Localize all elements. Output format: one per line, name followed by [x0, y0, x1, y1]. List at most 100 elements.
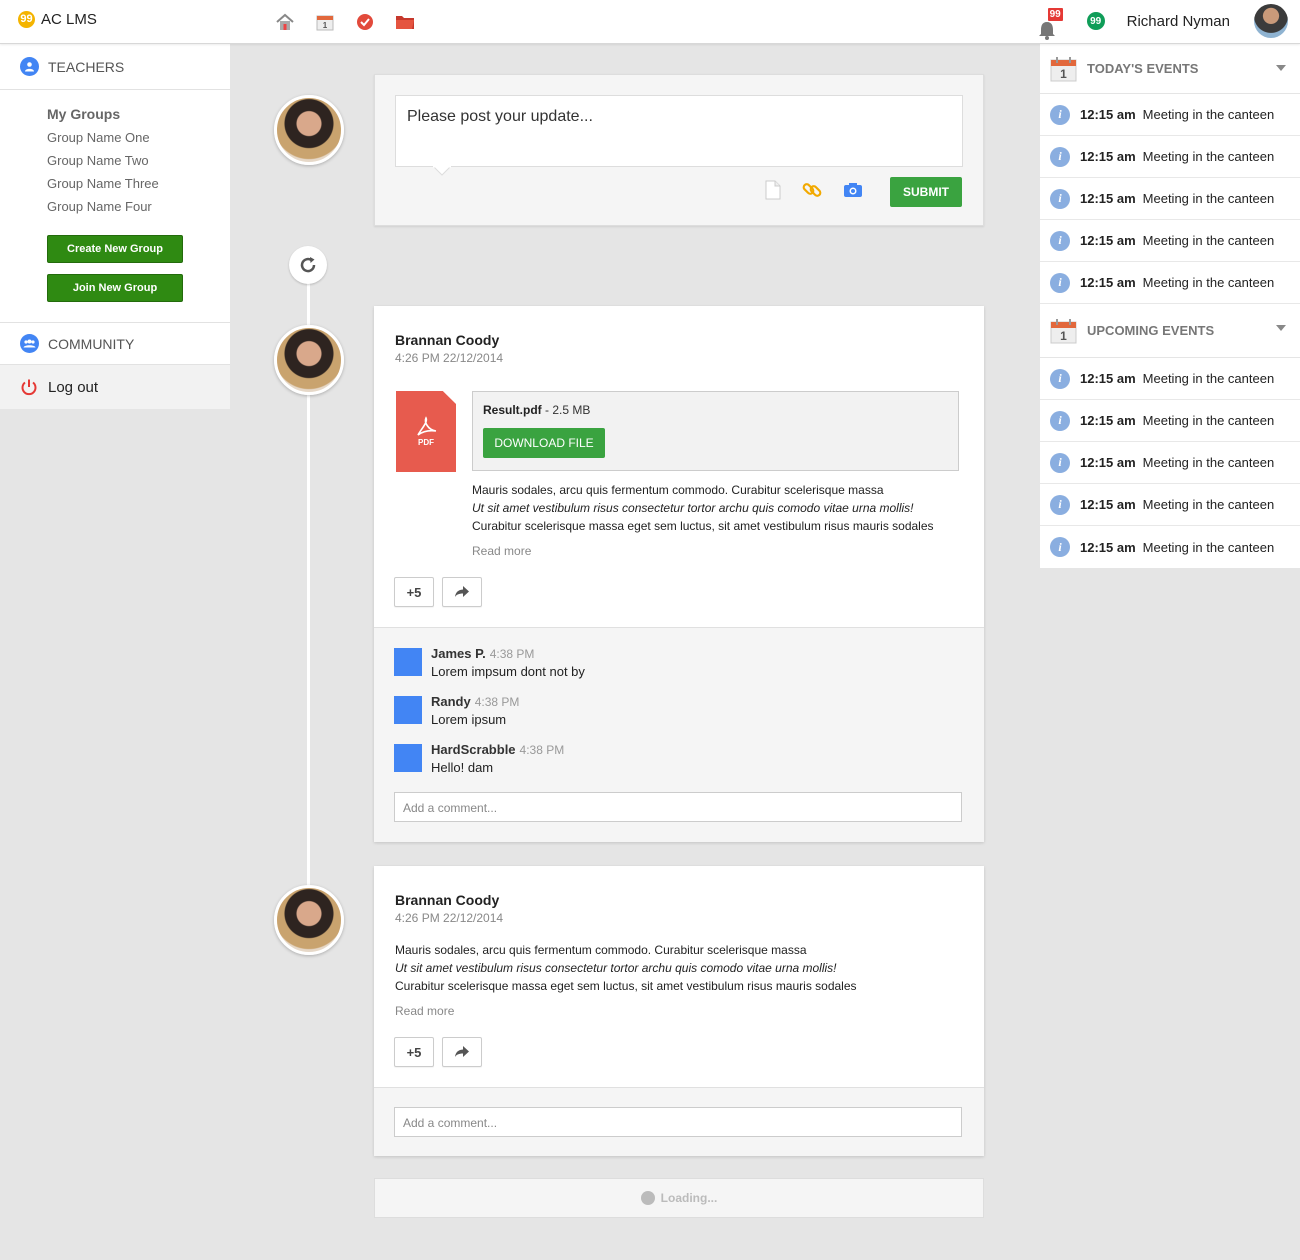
create-group-button[interactable]: Create New Group	[47, 235, 183, 263]
svg-text:1: 1	[1060, 67, 1067, 81]
notification-badge: 99	[1047, 8, 1063, 21]
upcoming-events-header[interactable]: 1 UPCOMING EVENTS	[1040, 304, 1300, 358]
sidebar-community[interactable]: COMMUNITY	[0, 323, 230, 365]
download-file-button[interactable]: DOWNLOAD FILE	[483, 428, 605, 458]
info-icon: i	[1050, 452, 1070, 473]
event-row[interactable]: i 12:15 am Meeting in the canteen	[1040, 484, 1300, 526]
event-time: 12:15 am	[1080, 413, 1136, 428]
svg-text:1: 1	[1060, 329, 1067, 343]
calendar-icon: 1	[1050, 56, 1077, 82]
todays-events-header[interactable]: 1 TODAY'S EVENTS	[1040, 44, 1300, 94]
info-icon: i	[1050, 410, 1070, 431]
event-row[interactable]: i 12:15 am Meeting in the canteen	[1040, 262, 1300, 304]
composer-tools	[765, 179, 863, 201]
plus-one-button[interactable]: +5	[394, 1037, 434, 1067]
share-button[interactable]	[442, 1037, 482, 1067]
my-groups-title: My Groups	[47, 106, 121, 122]
event-row[interactable]: i 12:15 am Meeting in the canteen	[1040, 94, 1300, 136]
top-bar: 99 AC LMS 1 99 99 Richard Nyman	[0, 0, 1300, 44]
file-size: - 2.5 MB	[541, 403, 591, 417]
sidebar-teachers[interactable]: TEACHERS	[0, 44, 230, 90]
app-title: AC LMS	[41, 11, 97, 28]
camera-icon[interactable]	[843, 182, 863, 198]
folder-icon[interactable]	[394, 11, 416, 33]
info-icon: i	[1050, 494, 1070, 515]
event-title: Meeting in the canteen	[1142, 191, 1275, 206]
event-title: Meeting in the canteen	[1142, 455, 1275, 470]
join-group-button[interactable]: Join New Group	[47, 274, 183, 302]
event-title: Meeting in the canteen	[1142, 233, 1275, 248]
post-author[interactable]: Brannan Coody	[395, 332, 499, 348]
app-brand[interactable]: 99 AC LMS	[18, 11, 97, 28]
attach-file-icon[interactable]	[765, 180, 781, 200]
event-row[interactable]: i 12:15 am Meeting in the canteen	[1040, 400, 1300, 442]
post-avatar[interactable]	[274, 325, 344, 395]
info-icon: i	[1050, 188, 1070, 209]
post-card: Brannan Coody 4:26 PM 22/12/2014 Mauris …	[374, 866, 984, 1156]
event-time: 12:15 am	[1080, 539, 1136, 555]
group-item[interactable]: Group Name Four	[47, 198, 230, 221]
post-text-line: Mauris sodales, arcu quis fermentum comm…	[472, 483, 884, 497]
chevron-down-icon[interactable]	[1276, 325, 1286, 331]
event-time: 12:15 am	[1080, 371, 1136, 386]
event-row[interactable]: i 12:15 am Meeting in the canteen	[1040, 178, 1300, 220]
post-time: 4:26 PM 22/12/2014	[395, 351, 504, 365]
textarea-pointer-icon	[433, 166, 451, 176]
post-author[interactable]: Brannan Coody	[395, 892, 499, 908]
commenter-name[interactable]: HardScrabble 4:38 PM	[431, 742, 564, 757]
loading-label: Loading...	[660, 1191, 718, 1205]
user-avatar[interactable]	[1254, 4, 1288, 38]
teachers-label: TEACHERS	[48, 58, 125, 75]
chevron-down-icon[interactable]	[1276, 65, 1286, 71]
event-row[interactable]: i 12:15 am Meeting in the canteen	[1040, 358, 1300, 400]
event-row[interactable]: i 12:15 am Meeting in the canteen	[1040, 442, 1300, 484]
refresh-button[interactable]	[289, 246, 327, 284]
commenter-avatar[interactable]	[394, 648, 422, 676]
add-comment-input[interactable]: Add a comment...	[394, 792, 962, 822]
share-icon	[455, 1046, 469, 1057]
comment-time: 4:38 PM	[519, 743, 565, 757]
event-title: Meeting in the canteen	[1142, 107, 1275, 122]
post-update-input[interactable]: Please post your update...	[395, 95, 963, 167]
refresh-icon	[299, 256, 317, 274]
event-title: Meeting in the canteen	[1142, 497, 1275, 512]
commenter-avatar[interactable]	[394, 744, 422, 772]
file-attachment: Result.pdf - 2.5 MB DOWNLOAD FILE	[472, 391, 959, 471]
group-item[interactable]: Group Name One	[47, 129, 230, 152]
commenter-name[interactable]: Randy 4:38 PM	[431, 694, 519, 709]
read-more-link[interactable]: Read more	[395, 1004, 454, 1018]
event-time: 12:15 am	[1080, 455, 1136, 470]
info-icon: i	[1050, 230, 1070, 251]
event-time: 12:15 am	[1080, 191, 1136, 206]
calendar-icon[interactable]: 1	[314, 11, 336, 33]
comment-text: Hello! dam	[431, 760, 494, 775]
read-more-link[interactable]: Read more	[472, 544, 531, 558]
hangouts-icon[interactable]: 99	[1086, 12, 1105, 30]
attach-link-icon[interactable]	[801, 179, 823, 201]
group-item[interactable]: Group Name Two	[47, 152, 230, 175]
post-avatar[interactable]	[274, 885, 344, 955]
logout-item[interactable]: Log out	[0, 365, 230, 409]
person-icon	[20, 57, 39, 76]
commenter-avatar[interactable]	[394, 696, 422, 724]
event-time: 12:15 am	[1080, 233, 1136, 248]
submit-button[interactable]: SUBMIT	[890, 177, 962, 207]
user-name[interactable]: Richard Nyman	[1127, 13, 1230, 30]
event-row[interactable]: i 12:15 am Meeting in the canteen	[1040, 220, 1300, 262]
group-item[interactable]: Group Name Three	[47, 175, 230, 198]
check-circle-icon[interactable]	[354, 11, 376, 33]
loading-indicator: Loading...	[374, 1178, 984, 1218]
home-icon[interactable]	[274, 11, 296, 33]
svg-text:1: 1	[323, 21, 328, 30]
plus-one-button[interactable]: +5	[394, 577, 434, 607]
event-row[interactable]: i 12:15 am Meeting in the canteen	[1040, 136, 1300, 178]
event-time: 12:15 am	[1080, 149, 1136, 164]
commenter-name[interactable]: James P. 4:38 PM	[431, 646, 534, 661]
event-row[interactable]: i 12:15 am Meeting in the canteen	[1040, 526, 1300, 568]
notifications-bell-icon[interactable]: 99	[1037, 8, 1063, 40]
event-time: 12:15 am	[1080, 107, 1136, 122]
app-logo-icon: 99	[18, 11, 35, 28]
add-comment-input[interactable]: Add a comment...	[394, 1107, 962, 1137]
event-title: Meeting in the canteen	[1142, 275, 1275, 290]
share-button[interactable]	[442, 577, 482, 607]
